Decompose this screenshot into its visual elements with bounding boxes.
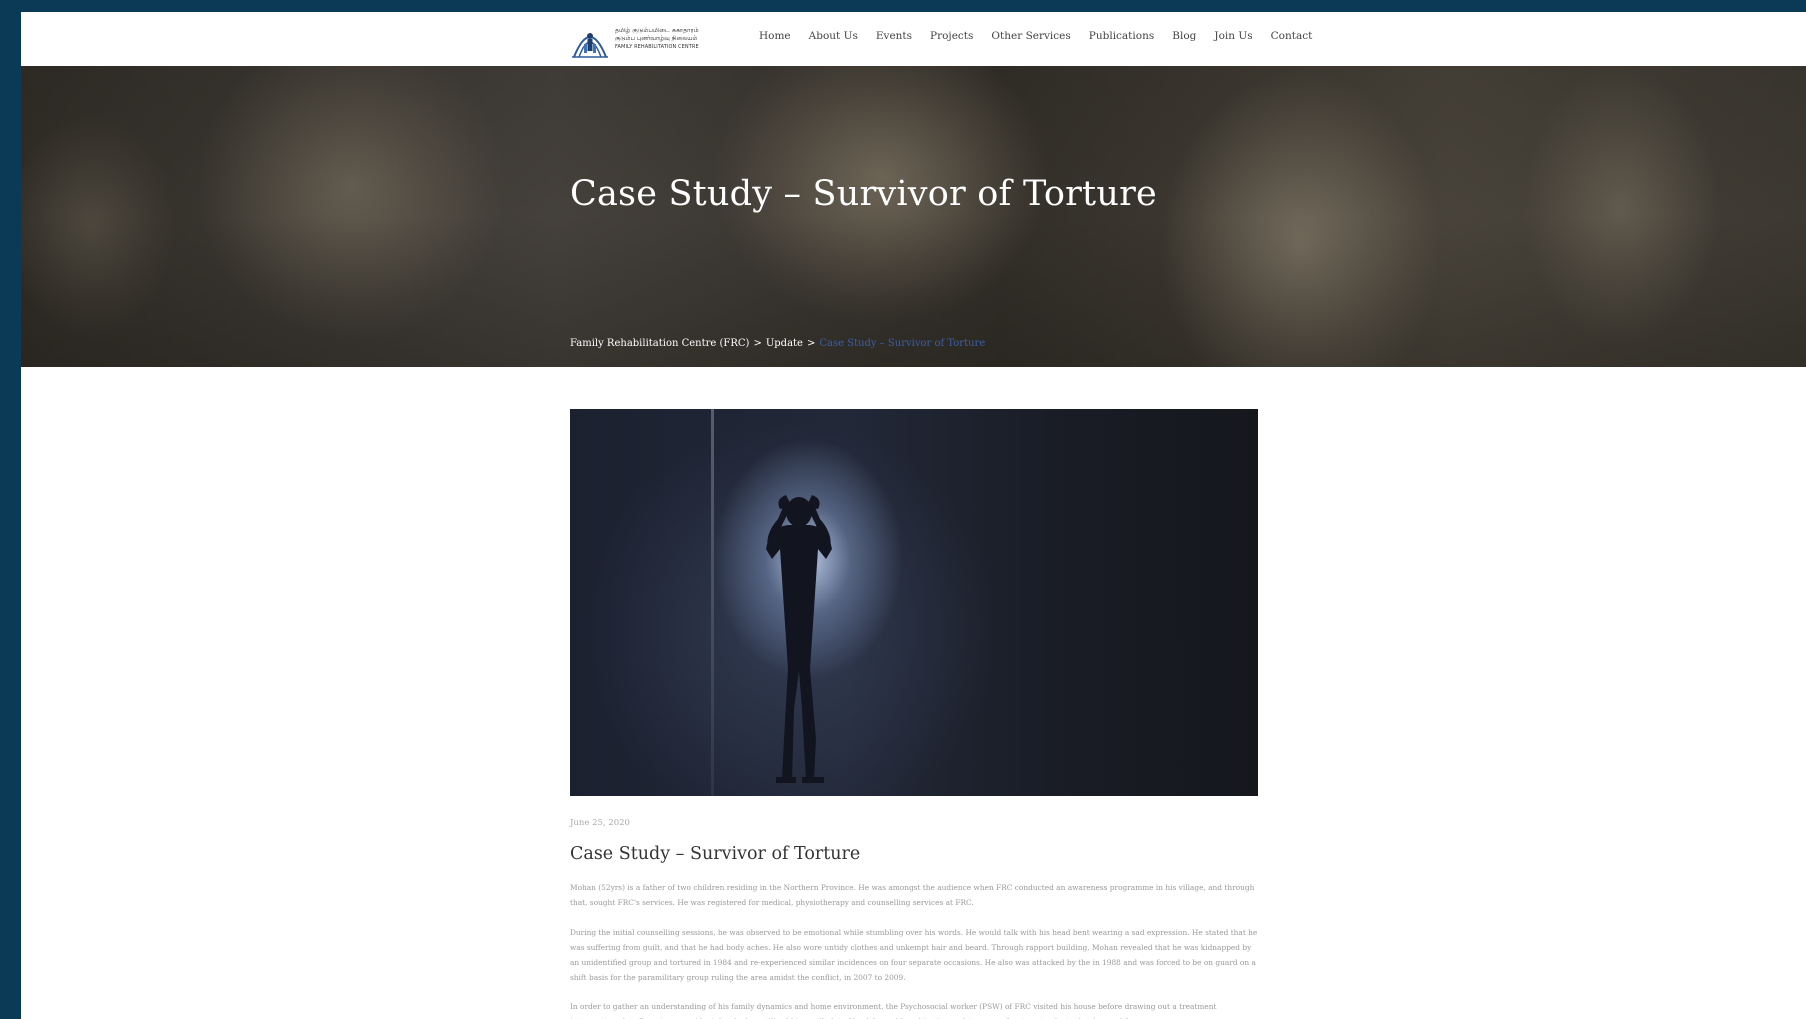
nav-item-blog[interactable]: Blog — [1172, 30, 1196, 42]
breadcrumb-current: Case Study – Survivor of Torture — [819, 338, 986, 349]
breadcrumb: Family Rehabilitation Centre (FRC) > Updat… — [570, 338, 985, 349]
breadcrumb-separator: > — [806, 338, 816, 349]
breadcrumb-home-link[interactable]: Family Rehabilitation Centre (FRC) — [570, 338, 749, 349]
nav-item-events[interactable]: Events — [876, 30, 912, 42]
nav-item-join-us[interactable]: Join Us — [1214, 30, 1252, 42]
post-paragraph: During the initial counselling sessions,… — [570, 928, 1258, 982]
featured-image — [570, 409, 1258, 796]
nav-item-about-us[interactable]: About Us — [809, 30, 858, 42]
page-title: Case Study – Survivor of Torture — [570, 174, 1157, 214]
logo-english-name: FAMILY REHABILITATION CENTRE — [615, 44, 699, 50]
silhouette-figure-icon — [766, 495, 832, 783]
logo-emblem-icon — [572, 33, 608, 58]
hero-banner: Case Study – Survivor of Torture Family … — [21, 66, 1806, 367]
nav-item-other-services[interactable]: Other Services — [991, 30, 1070, 42]
nav-item-home[interactable]: Home — [759, 30, 791, 42]
logo-tamil-line2: குடும்ப புனர்வாழ்வு நிலையம் — [615, 35, 698, 42]
post-date: June 25, 2020 — [570, 818, 630, 828]
site-logo[interactable]: தமிழ் குடும்பமிடை சுகாதாரம் குடும்ப புனர… — [570, 18, 718, 60]
post-paragraph: In order to gather an understanding of h… — [570, 1002, 1217, 1019]
post-title: Case Study – Survivor of Torture — [570, 844, 861, 864]
breadcrumb-update-link[interactable]: Update — [766, 338, 803, 349]
main-nav: Home About Us Events Projects Other Serv… — [759, 30, 1330, 42]
breadcrumb-separator: > — [753, 338, 762, 349]
post-paragraph: Mohan (52yrs) is a father of two childre… — [570, 883, 1255, 907]
nav-item-contact[interactable]: Contact — [1271, 30, 1313, 42]
logo-text: தமிழ் குடும்பமிடை சுகாதாரம் குடும்ப புனர… — [615, 28, 699, 50]
nav-item-projects[interactable]: Projects — [930, 30, 973, 42]
site-header: தமிழ் குடும்பமிடை சுகாதாரம் குடும்ப புனர… — [21, 12, 1806, 66]
nav-item-publications[interactable]: Publications — [1089, 30, 1154, 42]
page-frame: தமிழ் குடும்பமிடை சுகாதாரம் குடும்ப புனர… — [21, 12, 1806, 1019]
logo-tamil-line1: தமிழ் குடும்பமிடை சுகாதாரம் — [615, 27, 699, 34]
